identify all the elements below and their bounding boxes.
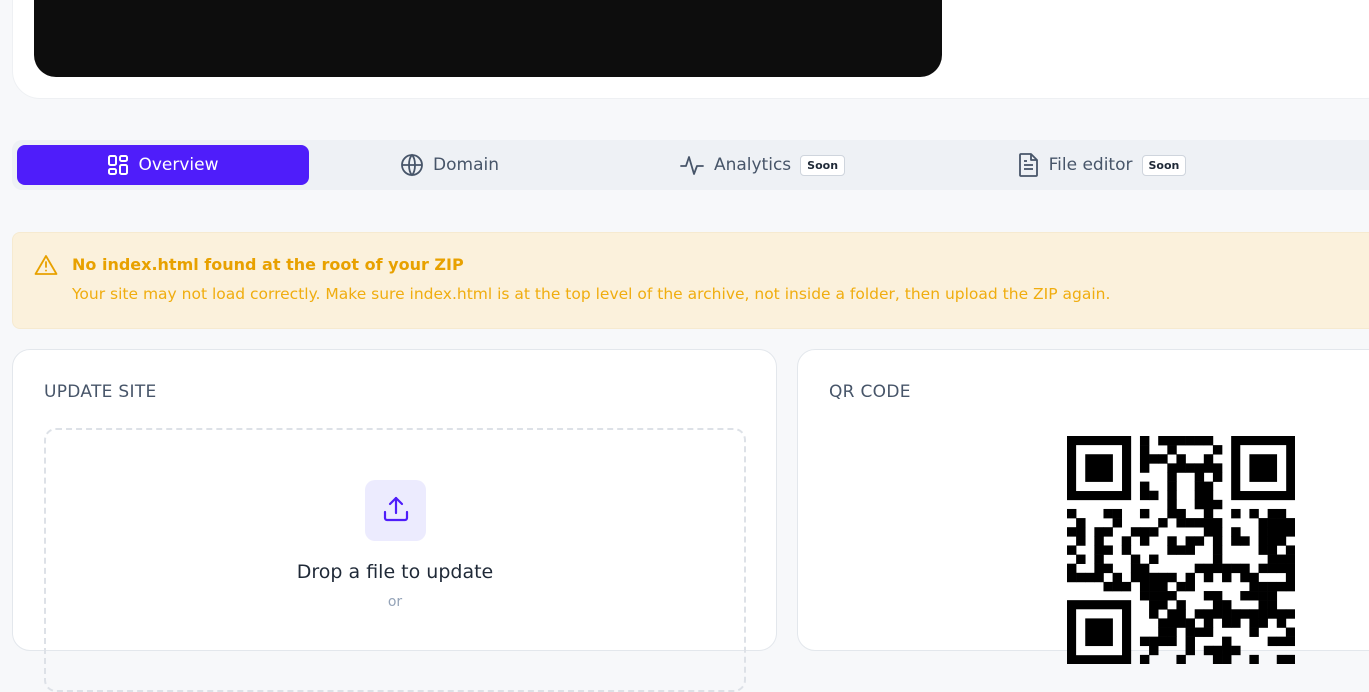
soon-badge: Soon — [1141, 154, 1187, 176]
tab-domain[interactable]: Domain — [312, 145, 587, 185]
site-preview-image — [34, 0, 942, 77]
alert-message: Your site may not load correctly. Make s… — [72, 285, 1111, 303]
file-text-icon — [1018, 152, 1040, 178]
tab-file-editor[interactable]: File editor Soon — [952, 145, 1252, 185]
upload-icon — [382, 495, 410, 527]
tab-analytics[interactable]: Analytics Soon — [612, 145, 912, 185]
activity-icon — [679, 153, 705, 177]
qr-code-image — [1067, 436, 1295, 664]
panel-title: UPDATE SITE — [44, 382, 157, 402]
panel-title: QR CODE — [829, 382, 911, 402]
tab-label: Domain — [433, 155, 499, 175]
tab-label: Overview — [138, 155, 219, 175]
tab-overview[interactable]: Overview — [17, 145, 309, 185]
qr-code-panel: QR CODE — [797, 349, 1369, 664]
drop-label: Drop a file to update — [296, 561, 494, 583]
alert-title: No index.html found at the root of your … — [72, 255, 464, 274]
warning-alert: No index.html found at the root of your … — [12, 232, 1369, 329]
upload-button[interactable] — [365, 480, 426, 541]
tab-bar: Overview Domain Analytics Soon File edit… — [12, 140, 1369, 190]
or-label: or — [387, 594, 403, 610]
soon-badge: Soon — [800, 154, 846, 176]
update-site-panel: UPDATE SITE Drop a file to update or — [12, 349, 777, 692]
file-dropzone[interactable]: Drop a file to update or — [44, 428, 746, 692]
tab-label: Analytics — [713, 155, 792, 175]
globe-icon — [400, 153, 424, 177]
layout-grid-icon — [107, 154, 129, 176]
warning-icon — [34, 254, 58, 280]
tab-label: File editor — [1048, 155, 1133, 175]
